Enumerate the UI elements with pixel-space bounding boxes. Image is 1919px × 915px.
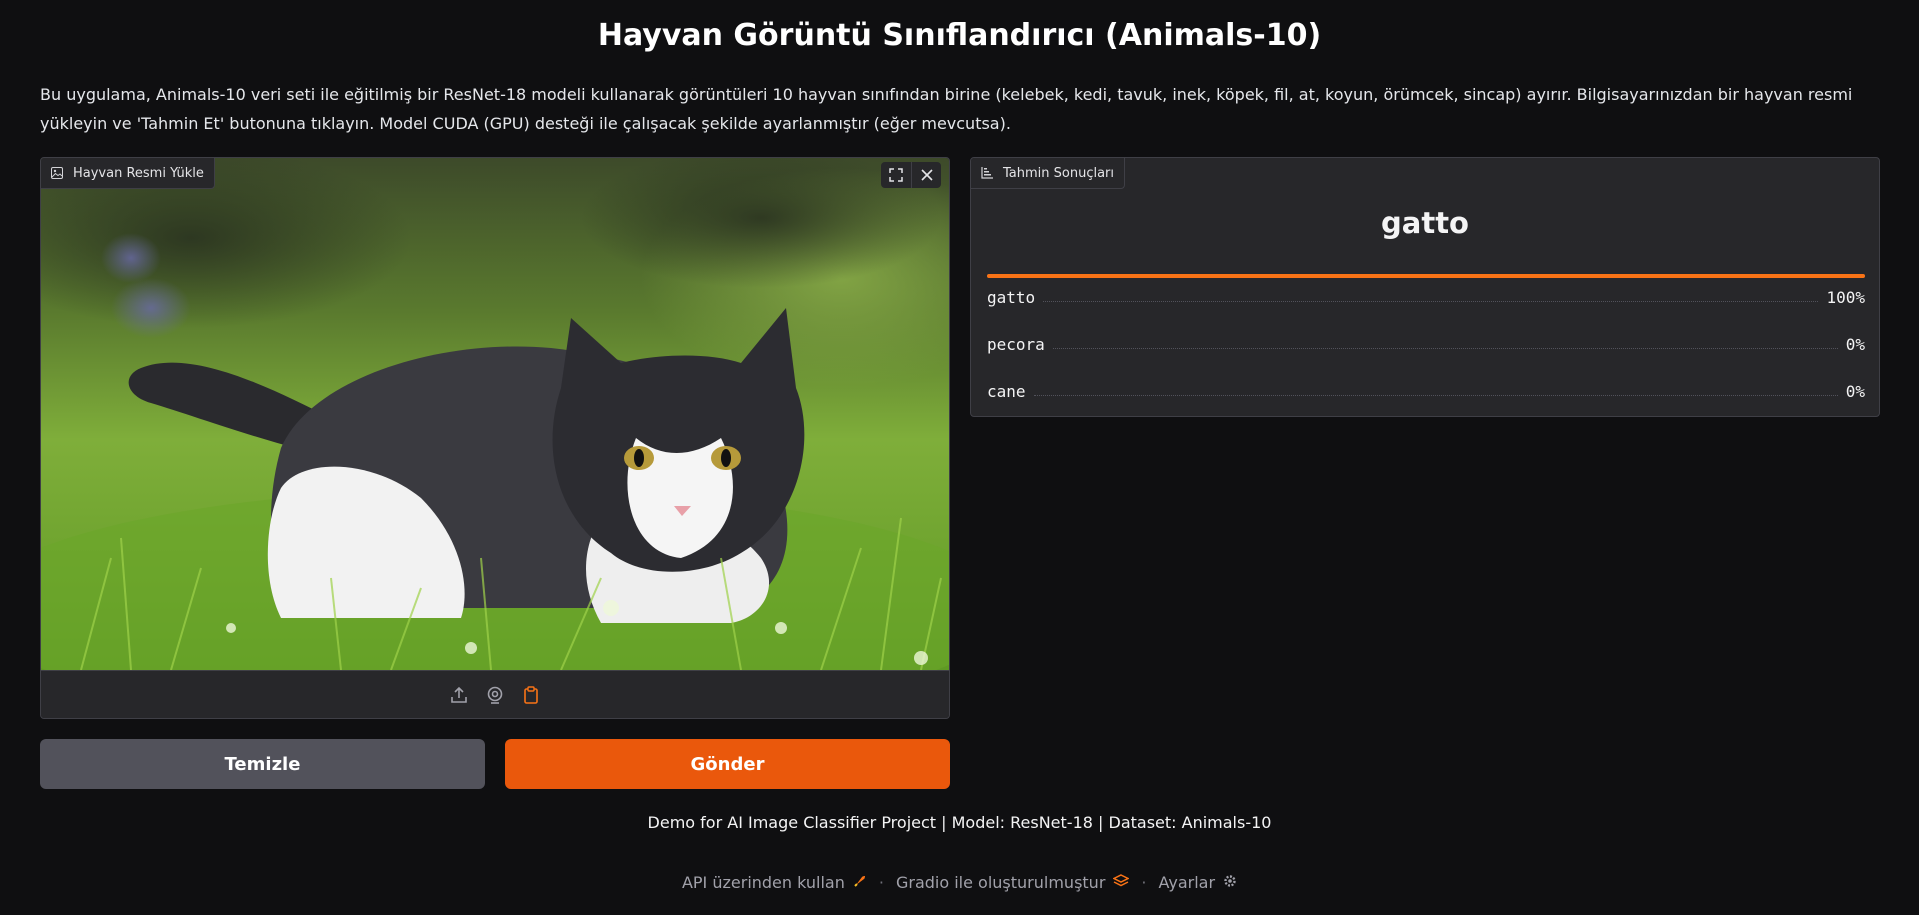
- settings-link-label: Ayarlar: [1158, 873, 1216, 892]
- results-label-tag: Tahmin Sonuçları: [971, 158, 1126, 189]
- dotted-leader: [1052, 348, 1838, 349]
- confidence-label: cane: [987, 382, 1026, 401]
- top-confidence-bar: [987, 274, 1865, 278]
- confidence-value: 0%: [1845, 382, 1865, 401]
- confidence-value: 100%: [1826, 288, 1865, 307]
- webcam-icon[interactable]: [484, 684, 506, 706]
- api-link[interactable]: API üzerinden kullan: [682, 873, 867, 892]
- dotted-leader: [1043, 301, 1819, 302]
- image-source-toolbar: [41, 670, 949, 718]
- submit-button[interactable]: Gönder: [505, 739, 950, 789]
- image-input-panel[interactable]: Hayvan Resmi Yükle: [40, 157, 950, 719]
- confidence-list: gatto 100% pecora 0% cane 0%: [987, 274, 1865, 401]
- clipboard-icon[interactable]: [520, 684, 542, 706]
- dotted-leader: [1033, 395, 1838, 396]
- results-panel: Tahmin Sonuçları gatto gatto 100% pecora…: [970, 157, 1880, 417]
- footer-separator: ·: [878, 873, 884, 892]
- confidence-label: gatto: [987, 288, 1036, 307]
- confidence-row[interactable]: pecora 0%: [987, 331, 1865, 354]
- gradio-logo-icon: [1112, 873, 1131, 892]
- confidence-label: pecora: [987, 335, 1045, 354]
- gradio-link[interactable]: Gradio ile oluşturulmuştur: [895, 873, 1131, 892]
- image-input-label: Hayvan Resmi Yükle: [73, 165, 204, 181]
- image-controls: [881, 162, 941, 188]
- bar-chart-icon: [981, 167, 993, 179]
- uploaded-cat-photo: [41, 158, 949, 670]
- gear-icon: [1223, 873, 1237, 892]
- confidence-row[interactable]: gatto 100%: [987, 284, 1865, 307]
- clear-button[interactable]: Temizle: [40, 739, 485, 789]
- image-input-label-tag: Hayvan Resmi Yükle: [41, 158, 215, 189]
- gradio-link-label: Gradio ile oluşturulmuştur: [895, 873, 1106, 892]
- settings-link[interactable]: Ayarlar: [1158, 873, 1237, 892]
- rocket-icon: [853, 873, 867, 892]
- top-prediction: gatto: [1381, 206, 1469, 240]
- image-icon: [51, 167, 63, 179]
- page-title: Hayvan Görüntü Sınıflandırıcı (Animals-1…: [597, 18, 1322, 53]
- results-label: Tahmin Sonuçları: [1003, 165, 1115, 181]
- upload-icon[interactable]: [448, 684, 470, 706]
- confidence-value: 0%: [1845, 335, 1865, 354]
- confidence-row[interactable]: cane 0%: [987, 378, 1865, 401]
- footer-note: Demo for AI Image Classifier Project | M…: [647, 813, 1272, 832]
- top-confidence-bar-fill: [987, 274, 1865, 278]
- footer-links: API üzerinden kullan · Gradio ile oluştu…: [0, 873, 1919, 892]
- close-icon[interactable]: [911, 162, 941, 188]
- page-description: Bu uygulama, Animals-10 veri seti ile eğ…: [40, 85, 1853, 133]
- fullscreen-icon[interactable]: [881, 162, 911, 188]
- footer-separator: ·: [1141, 873, 1147, 892]
- api-link-label: API üzerinden kullan: [681, 873, 845, 892]
